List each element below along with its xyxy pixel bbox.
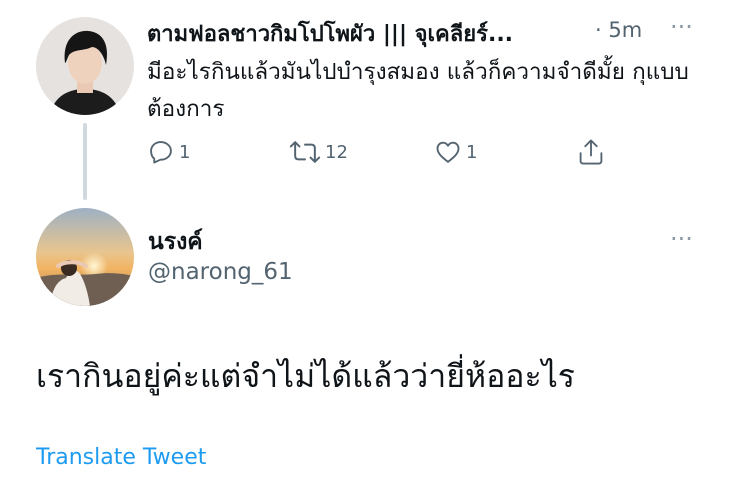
tweet1-action-bar: 1 12 1 xyxy=(147,134,627,170)
share-button[interactable] xyxy=(577,134,605,170)
tweet1-timestamp[interactable]: · 5m xyxy=(595,18,642,42)
thread-connector-line xyxy=(83,123,87,200)
reply-count: 1 xyxy=(179,141,191,163)
retweet-count: 12 xyxy=(325,141,348,163)
avatar-image-icon xyxy=(36,17,134,115)
retweet-button[interactable]: 12 xyxy=(289,134,348,170)
heart-icon xyxy=(436,141,460,163)
tweet1-avatar[interactable] xyxy=(36,17,134,115)
tweet2-author-handle[interactable]: @narong_61 xyxy=(148,259,293,285)
tweet2-avatar[interactable] xyxy=(36,208,134,306)
more-options-icon[interactable]: ··· xyxy=(670,15,693,39)
like-count: 1 xyxy=(466,141,478,163)
tweet1-text: มีอะไรกินแล้วมันไปบำรุงสมอง แล้วก็ความจำ… xyxy=(147,59,689,122)
tweet1-header: ตามฟอลชาวกิมโปโพผัว ||| จุเคลียร์... · 5… xyxy=(147,14,707,48)
translate-tweet-link[interactable]: Translate Tweet xyxy=(36,445,206,470)
reply-icon xyxy=(150,141,172,164)
retweet-icon xyxy=(289,141,321,163)
avatar-image-icon xyxy=(36,208,134,306)
more-options-icon[interactable]: ··· xyxy=(670,227,693,251)
tweet2-text: เรากินอยู่ค่ะแต่จำไม่ได้แล้วว่ายี่ห้ออะไ… xyxy=(36,357,575,395)
reply-button[interactable]: 1 xyxy=(147,134,190,170)
tweet1-author-name[interactable]: ตามฟอลชาวกิมโปโพผัว ||| จุเคลียร์... xyxy=(147,16,587,51)
tweet2-author-name[interactable]: นรงค์ xyxy=(148,224,203,260)
share-icon xyxy=(579,139,603,165)
like-button[interactable]: 1 xyxy=(434,134,477,170)
